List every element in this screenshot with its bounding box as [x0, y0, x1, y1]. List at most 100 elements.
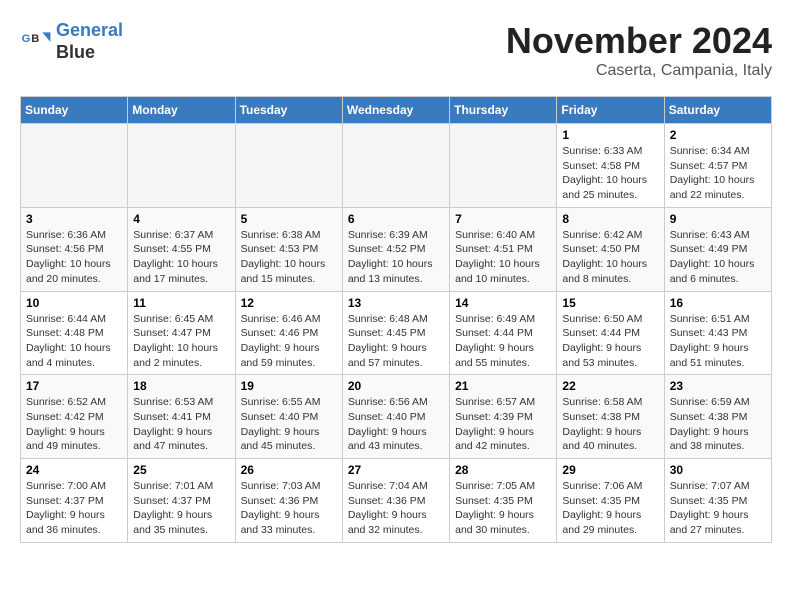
calendar-day-cell: 7 Sunrise: 6:40 AMSunset: 4:51 PMDaylight… — [450, 207, 557, 291]
calendar-day-cell: 11 Sunrise: 6:45 AMSunset: 4:47 PMDayligh… — [128, 291, 235, 375]
day-number: 4 — [133, 212, 229, 226]
day-number: 6 — [348, 212, 444, 226]
day-detail: Sunrise: 6:56 AMSunset: 4:40 PMDaylight:… — [348, 395, 444, 454]
day-number: 13 — [348, 296, 444, 310]
day-number: 1 — [562, 128, 658, 142]
svg-text:B: B — [31, 33, 39, 45]
day-detail: Sunrise: 6:59 AMSunset: 4:38 PMDaylight:… — [670, 395, 766, 454]
calendar-day-cell: 14 Sunrise: 6:49 AMSunset: 4:44 PMDayligh… — [450, 291, 557, 375]
day-detail: Sunrise: 6:37 AMSunset: 4:55 PMDaylight:… — [133, 228, 229, 287]
day-number: 28 — [455, 463, 551, 477]
weekday-header-row: SundayMondayTuesdayWednesdayThursdayFrid… — [21, 97, 772, 124]
day-detail: Sunrise: 6:55 AMSunset: 4:40 PMDaylight:… — [241, 395, 337, 454]
calendar-day-cell: 29 Sunrise: 7:06 AMSunset: 4:35 PMDayligh… — [557, 459, 664, 543]
day-detail: Sunrise: 6:33 AMSunset: 4:58 PMDaylight:… — [562, 144, 658, 203]
calendar-day-cell: 20 Sunrise: 6:56 AMSunset: 4:40 PMDayligh… — [342, 375, 449, 459]
calendar-day-cell: 27 Sunrise: 7:04 AMSunset: 4:36 PMDayligh… — [342, 459, 449, 543]
calendar-day-cell: 22Sunrise: 6:58 AMSunset: 4:38 PMDayligh… — [557, 375, 664, 459]
calendar-week-row: 1 Sunrise: 6:33 AMSunset: 4:58 PMDaylight… — [21, 124, 772, 208]
day-number: 3 — [26, 212, 122, 226]
day-detail: Sunrise: 7:03 AMSunset: 4:36 PMDaylight:… — [241, 479, 337, 538]
day-number: 10 — [26, 296, 122, 310]
weekday-header-cell: Monday — [128, 97, 235, 124]
calendar-day-cell: 1 Sunrise: 6:33 AMSunset: 4:58 PMDaylight… — [557, 124, 664, 208]
day-detail: Sunrise: 6:44 AMSunset: 4:48 PMDaylight:… — [26, 312, 122, 371]
calendar-week-row: 3 Sunrise: 6:36 AMSunset: 4:56 PMDaylight… — [21, 207, 772, 291]
calendar-table: SundayMondayTuesdayWednesdayThursdayFrid… — [20, 96, 772, 543]
day-detail: Sunrise: 6:53 AMSunset: 4:41 PMDaylight:… — [133, 395, 229, 454]
weekday-header-cell: Thursday — [450, 97, 557, 124]
day-number: 14 — [455, 296, 551, 310]
day-detail: Sunrise: 6:46 AMSunset: 4:46 PMDaylight:… — [241, 312, 337, 371]
calendar-week-row: 24Sunrise: 7:00 AMSunset: 4:37 PMDayligh… — [21, 459, 772, 543]
weekday-header-cell: Tuesday — [235, 97, 342, 124]
day-number: 15 — [562, 296, 658, 310]
calendar-day-cell — [450, 124, 557, 208]
day-number: 7 — [455, 212, 551, 226]
weekday-header-cell: Friday — [557, 97, 664, 124]
day-number: 27 — [348, 463, 444, 477]
day-number: 21 — [455, 379, 551, 393]
calendar-day-cell: 21 Sunrise: 6:57 AMSunset: 4:39 PMDayligh… — [450, 375, 557, 459]
day-detail: Sunrise: 6:45 AMSunset: 4:47 PMDaylight:… — [133, 312, 229, 371]
svg-text:G: G — [22, 33, 31, 45]
calendar-week-row: 10 Sunrise: 6:44 AMSunset: 4:48 PMDayligh… — [21, 291, 772, 375]
calendar-day-cell: 10 Sunrise: 6:44 AMSunset: 4:48 PMDayligh… — [21, 291, 128, 375]
calendar-day-cell: 3 Sunrise: 6:36 AMSunset: 4:56 PMDaylight… — [21, 207, 128, 291]
logo: G B GeneralBlue — [20, 20, 123, 63]
day-detail: Sunrise: 7:06 AMSunset: 4:35 PMDaylight:… — [562, 479, 658, 538]
calendar-day-cell: 24Sunrise: 7:00 AMSunset: 4:37 PMDayligh… — [21, 459, 128, 543]
logo-text: GeneralBlue — [56, 20, 123, 63]
calendar-day-cell: 25 Sunrise: 7:01 AMSunset: 4:37 PMDayligh… — [128, 459, 235, 543]
day-detail: Sunrise: 6:48 AMSunset: 4:45 PMDaylight:… — [348, 312, 444, 371]
day-number: 11 — [133, 296, 229, 310]
location-subtitle: Caserta, Campania, Italy — [506, 62, 772, 80]
calendar-day-cell: 15 Sunrise: 6:50 AMSunset: 4:44 PMDayligh… — [557, 291, 664, 375]
day-number: 22 — [562, 379, 658, 393]
calendar-day-cell: 18 Sunrise: 6:53 AMSunset: 4:41 PMDayligh… — [128, 375, 235, 459]
day-detail: Sunrise: 6:49 AMSunset: 4:44 PMDaylight:… — [455, 312, 551, 371]
calendar-day-cell: 30Sunrise: 7:07 AMSunset: 4:35 PMDayligh… — [664, 459, 771, 543]
day-detail: Sunrise: 7:05 AMSunset: 4:35 PMDaylight:… — [455, 479, 551, 538]
day-number: 30 — [670, 463, 766, 477]
calendar-day-cell: 6 Sunrise: 6:39 AMSunset: 4:52 PMDaylight… — [342, 207, 449, 291]
day-number: 19 — [241, 379, 337, 393]
calendar-day-cell: 19 Sunrise: 6:55 AMSunset: 4:40 PMDayligh… — [235, 375, 342, 459]
day-detail: Sunrise: 7:01 AMSunset: 4:37 PMDaylight:… — [133, 479, 229, 538]
calendar-day-cell: 28 Sunrise: 7:05 AMSunset: 4:35 PMDayligh… — [450, 459, 557, 543]
day-number: 17 — [26, 379, 122, 393]
calendar-day-cell: 9 Sunrise: 6:43 AMSunset: 4:49 PMDaylight… — [664, 207, 771, 291]
calendar-day-cell: 2 Sunrise: 6:34 AMSunset: 4:57 PMDaylight… — [664, 124, 771, 208]
month-title: November 2024 — [506, 20, 772, 62]
day-detail: Sunrise: 6:34 AMSunset: 4:57 PMDaylight:… — [670, 144, 766, 203]
day-number: 26 — [241, 463, 337, 477]
weekday-header-cell: Saturday — [664, 97, 771, 124]
day-detail: Sunrise: 6:52 AMSunset: 4:42 PMDaylight:… — [26, 395, 122, 454]
calendar-week-row: 17 Sunrise: 6:52 AMSunset: 4:42 PMDayligh… — [21, 375, 772, 459]
day-detail: Sunrise: 6:39 AMSunset: 4:52 PMDaylight:… — [348, 228, 444, 287]
day-detail: Sunrise: 6:43 AMSunset: 4:49 PMDaylight:… — [670, 228, 766, 287]
calendar-day-cell: 13 Sunrise: 6:48 AMSunset: 4:45 PMDayligh… — [342, 291, 449, 375]
calendar-day-cell: 17 Sunrise: 6:52 AMSunset: 4:42 PMDayligh… — [21, 375, 128, 459]
page-header: G B GeneralBlue November 2024 Caserta, C… — [20, 20, 772, 80]
day-number: 18 — [133, 379, 229, 393]
day-detail: Sunrise: 7:00 AMSunset: 4:37 PMDaylight:… — [26, 479, 122, 538]
day-number: 25 — [133, 463, 229, 477]
weekday-header-cell: Wednesday — [342, 97, 449, 124]
day-detail: Sunrise: 6:57 AMSunset: 4:39 PMDaylight:… — [455, 395, 551, 454]
day-detail: Sunrise: 6:36 AMSunset: 4:56 PMDaylight:… — [26, 228, 122, 287]
calendar-day-cell — [128, 124, 235, 208]
calendar-body: 1 Sunrise: 6:33 AMSunset: 4:58 PMDaylight… — [21, 124, 772, 543]
logo-icon: G B — [20, 26, 52, 58]
calendar-day-cell — [342, 124, 449, 208]
day-detail: Sunrise: 6:40 AMSunset: 4:51 PMDaylight:… — [455, 228, 551, 287]
day-detail: Sunrise: 7:04 AMSunset: 4:36 PMDaylight:… — [348, 479, 444, 538]
day-number: 29 — [562, 463, 658, 477]
calendar-day-cell: 8Sunrise: 6:42 AMSunset: 4:50 PMDaylight… — [557, 207, 664, 291]
day-detail: Sunrise: 6:50 AMSunset: 4:44 PMDaylight:… — [562, 312, 658, 371]
day-number: 9 — [670, 212, 766, 226]
day-detail: Sunrise: 6:38 AMSunset: 4:53 PMDaylight:… — [241, 228, 337, 287]
day-number: 2 — [670, 128, 766, 142]
calendar-day-cell: 12Sunrise: 6:46 AMSunset: 4:46 PMDayligh… — [235, 291, 342, 375]
day-number: 20 — [348, 379, 444, 393]
